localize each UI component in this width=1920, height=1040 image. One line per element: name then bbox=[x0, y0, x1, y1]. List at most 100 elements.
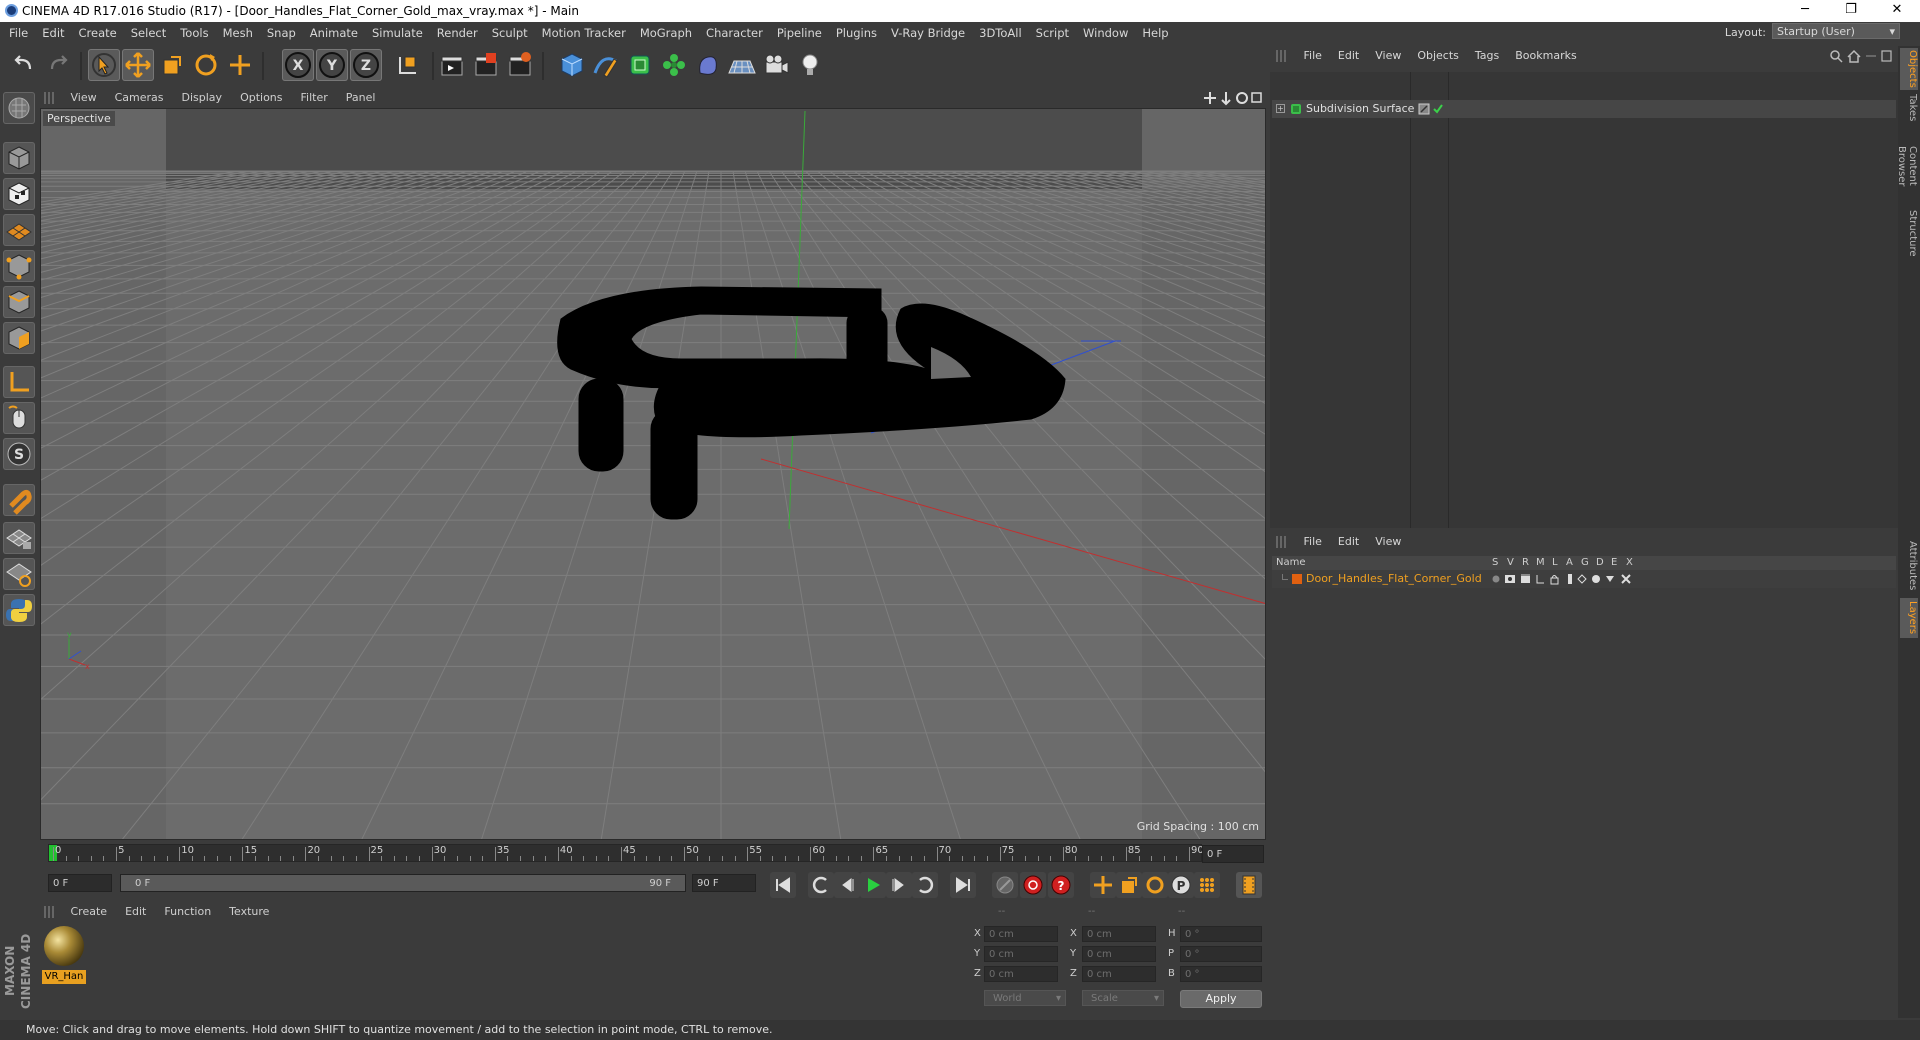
object-menu-tags[interactable]: Tags bbox=[1467, 46, 1507, 66]
menu-pipeline[interactable]: Pipeline bbox=[770, 22, 829, 44]
render-settings-button[interactable] bbox=[504, 49, 536, 81]
layer-col-generators[interactable]: G bbox=[1581, 556, 1589, 570]
live-selection-button[interactable] bbox=[88, 49, 120, 81]
layer-col-deformers[interactable]: D bbox=[1596, 556, 1604, 570]
y-axis-lock-button[interactable]: Y bbox=[316, 49, 348, 81]
undo-button[interactable] bbox=[8, 49, 40, 81]
menu-help[interactable]: Help bbox=[1135, 22, 1175, 44]
timeline-track[interactable]: 0 5 10 15 20 25 30 35 40 45 50 55 60 65 70 75 80 85 90 bbox=[48, 844, 1204, 862]
layout-dropdown[interactable]: Startup (User) ▾ bbox=[1772, 23, 1900, 39]
position-x-field[interactable]: 0 cm bbox=[984, 926, 1058, 942]
menu-create[interactable]: Create bbox=[72, 22, 124, 44]
menu-snap[interactable]: Snap bbox=[260, 22, 303, 44]
rotate-tool-button[interactable] bbox=[190, 49, 222, 81]
redo-button[interactable] bbox=[42, 49, 74, 81]
layer-col-animation[interactable]: A bbox=[1566, 556, 1573, 570]
make-editable-button[interactable] bbox=[3, 92, 35, 124]
render-picture-viewer-button[interactable] bbox=[470, 49, 502, 81]
layer-col-expressions[interactable]: E bbox=[1611, 556, 1617, 570]
tab-structure[interactable]: Structure bbox=[1900, 208, 1918, 258]
menu-render[interactable]: Render bbox=[430, 22, 485, 44]
solo-mode-button[interactable]: S bbox=[3, 438, 35, 470]
layer-col-xref[interactable]: X bbox=[1626, 556, 1633, 570]
menu-simulate[interactable]: Simulate bbox=[365, 22, 430, 44]
material-menu-edit[interactable]: Edit bbox=[116, 902, 155, 922]
apply-button[interactable]: Apply bbox=[1180, 990, 1262, 1008]
menu-animate[interactable]: Animate bbox=[303, 22, 365, 44]
tweak-mode-button[interactable] bbox=[3, 402, 35, 434]
record-keys-disabled-button[interactable] bbox=[992, 872, 1018, 898]
next-key-button[interactable] bbox=[912, 872, 938, 898]
current-frame-field[interactable]: 0 F bbox=[1202, 845, 1264, 863]
object-menu-objects[interactable]: Objects bbox=[1409, 46, 1467, 66]
add-cube-button[interactable] bbox=[556, 49, 588, 81]
menu-character[interactable]: Character bbox=[699, 22, 770, 44]
perspective-viewport[interactable]: y x Perspective Grid Spacing : 100 cm bbox=[40, 108, 1266, 840]
recent-tool-button[interactable] bbox=[224, 49, 256, 81]
x-axis-lock-button[interactable]: X bbox=[282, 49, 314, 81]
edges-mode-button[interactable] bbox=[3, 286, 35, 318]
layer-col-locked[interactable]: L bbox=[1552, 556, 1558, 570]
layer-col-name[interactable]: Name bbox=[1276, 556, 1306, 570]
minimize-button[interactable]: ─ bbox=[1782, 0, 1828, 22]
menu-sculpt[interactable]: Sculpt bbox=[485, 22, 535, 44]
close-button[interactable]: ✕ bbox=[1874, 0, 1920, 22]
play-button[interactable] bbox=[860, 872, 886, 898]
key-pla-button[interactable] bbox=[1194, 872, 1220, 898]
rotation-b-field[interactable]: 0 ° bbox=[1180, 966, 1262, 982]
size-z-field[interactable]: 0 cm bbox=[1082, 966, 1156, 982]
layer-col-manager[interactable]: M bbox=[1536, 556, 1545, 570]
rotation-p-field[interactable]: 0 ° bbox=[1180, 946, 1262, 962]
menu-v-ray-bridge[interactable]: V-Ray Bridge bbox=[884, 22, 972, 44]
autokeying-button[interactable]: ? bbox=[1048, 872, 1074, 898]
position-y-field[interactable]: 0 cm bbox=[984, 946, 1058, 962]
viewport-menu-filter[interactable]: Filter bbox=[292, 88, 337, 108]
add-spline-button[interactable] bbox=[590, 49, 622, 81]
go-to-start-button[interactable] bbox=[770, 872, 796, 898]
viewport-camera-label[interactable]: Perspective bbox=[43, 111, 115, 126]
material-menu-create[interactable]: Create bbox=[62, 902, 117, 922]
menu-edit[interactable]: Edit bbox=[35, 22, 71, 44]
viewport-menu-panel[interactable]: Panel bbox=[337, 88, 385, 108]
viewport-menu-view[interactable]: View bbox=[62, 88, 106, 108]
add-mograph-button[interactable] bbox=[658, 49, 690, 81]
z-axis-lock-button[interactable]: Z bbox=[350, 49, 382, 81]
add-deformer-button[interactable] bbox=[692, 49, 724, 81]
position-z-field[interactable]: 0 cm bbox=[984, 966, 1058, 982]
menu-mesh[interactable]: Mesh bbox=[216, 22, 260, 44]
tab-layers[interactable]: Layers bbox=[1900, 598, 1918, 638]
record-active-objects-button[interactable] bbox=[1020, 872, 1046, 898]
add-environment-button[interactable] bbox=[726, 49, 758, 81]
viewport-menu-options[interactable]: Options bbox=[231, 88, 291, 108]
tab-takes[interactable]: Takes bbox=[1900, 92, 1918, 124]
object-menu-edit[interactable]: Edit bbox=[1330, 46, 1367, 66]
frame-range-slider[interactable]: 0 F 90 F bbox=[120, 874, 686, 892]
layer-col-solo[interactable]: S bbox=[1492, 556, 1498, 570]
coordinate-system-button[interactable] bbox=[392, 49, 424, 81]
size-x-field[interactable]: 0 cm bbox=[1082, 926, 1156, 942]
menu-tools[interactable]: Tools bbox=[173, 22, 215, 44]
workplane-lock-button[interactable] bbox=[3, 522, 35, 554]
layer-row[interactable]: Door_Handles_Flat_Corner_Gold bbox=[1272, 570, 1896, 588]
restore-button[interactable]: ❐ bbox=[1828, 0, 1874, 22]
move-tool-button[interactable] bbox=[122, 49, 154, 81]
layer-color-swatch[interactable] bbox=[1292, 574, 1302, 584]
workplane-mode-button[interactable] bbox=[3, 214, 35, 246]
expand-toggle-icon[interactable]: + bbox=[1276, 104, 1285, 113]
object-row[interactable]: + Subdivision Surface bbox=[1272, 100, 1896, 118]
timeline-ruler[interactable]: 0 5 10 15 20 25 30 35 40 45 50 55 60 65 70 75 80 85 90 0 F bbox=[40, 842, 1266, 866]
previous-key-button[interactable] bbox=[808, 872, 834, 898]
object-menu-view[interactable]: View bbox=[1367, 46, 1409, 66]
tab-attributes[interactable]: Attributes bbox=[1900, 536, 1918, 596]
end-frame-field[interactable]: 90 F bbox=[692, 874, 756, 892]
layer-col-view[interactable]: V bbox=[1507, 556, 1514, 570]
model-mode-button[interactable] bbox=[3, 142, 35, 174]
workplane-align-button[interactable] bbox=[3, 558, 35, 590]
menu-3dtoall[interactable]: 3DToAll bbox=[972, 22, 1029, 44]
next-frame-button[interactable] bbox=[886, 872, 912, 898]
viewport-menu-cameras[interactable]: Cameras bbox=[106, 88, 173, 108]
material-swatch[interactable]: VR_Han bbox=[42, 926, 86, 986]
object-menu-file[interactable]: File bbox=[1296, 46, 1330, 66]
start-frame-field[interactable]: 0 F bbox=[48, 874, 112, 892]
viewport-menu-display[interactable]: Display bbox=[173, 88, 232, 108]
